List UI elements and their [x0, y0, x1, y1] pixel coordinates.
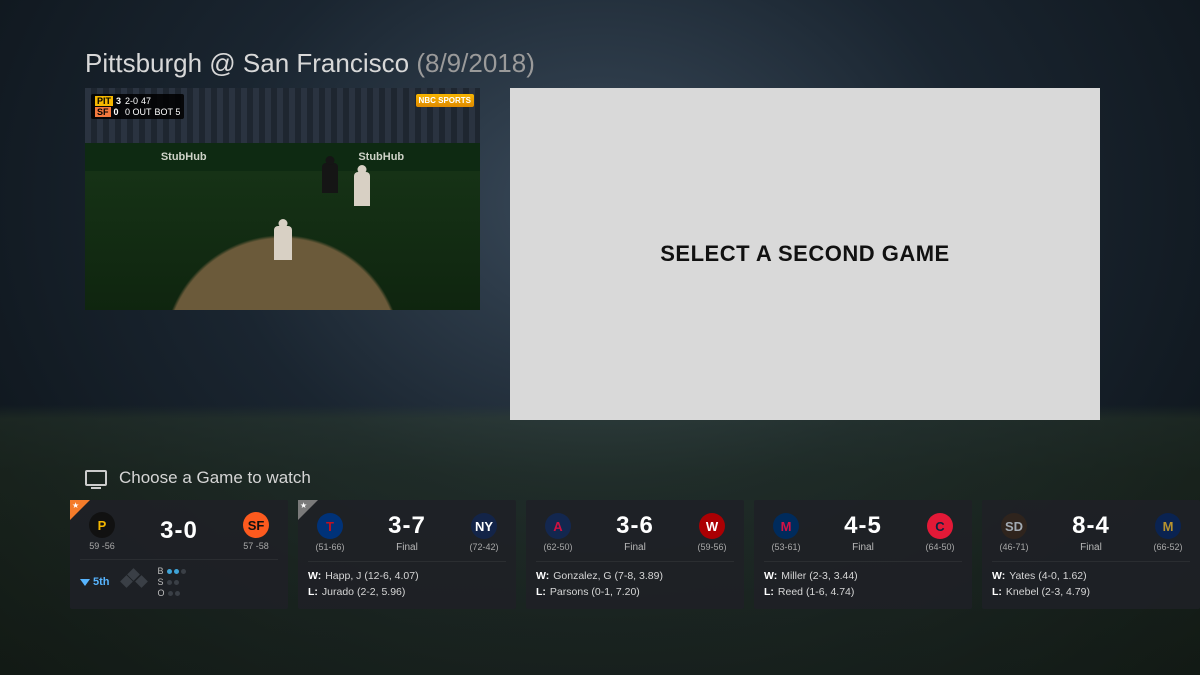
tv-icon: [85, 470, 107, 486]
umpire-figure: [322, 163, 338, 193]
home-team: C (64-50): [918, 513, 962, 552]
wall-ad: StubHub: [161, 151, 207, 163]
team-logo: M: [773, 513, 799, 539]
game-card-row: P 59 -56 3-0 SF 57 -58 5th B S O: [70, 500, 1200, 609]
away-team: M (53-61): [764, 513, 808, 552]
choose-game-label: Choose a Game to watch: [119, 468, 311, 488]
home-team: M (66-52): [1146, 513, 1190, 552]
team-record: (53-61): [771, 542, 800, 552]
game-score: 3-0: [160, 517, 198, 545]
team-logo: P: [89, 512, 115, 538]
game-card[interactable]: P 59 -56 3-0 SF 57 -58 5th B S O: [70, 500, 288, 609]
game-score: 8-4: [1072, 512, 1110, 540]
placeholder-label: SELECT A SECOND GAME: [660, 241, 950, 267]
game-score: 4-5: [844, 512, 882, 540]
pitching-decision: W:Yates (4-0, 1.62) L:Knebel (2-3, 4.79): [992, 561, 1190, 601]
favorite-star-icon: [298, 500, 318, 520]
team-logo: NY: [471, 513, 497, 539]
inning-indicator: 5th: [80, 576, 110, 588]
pitcher-figure: [274, 226, 292, 260]
team-record: (72-42): [469, 542, 498, 552]
team-logo: SD: [1001, 513, 1027, 539]
game-card[interactable]: T (51-66) 3-7 Final NY (72-42) W:Happ, J…: [298, 500, 516, 609]
bases-diamond-icon: [120, 568, 148, 596]
team-record: (66-52): [1153, 542, 1182, 552]
game-status: Final: [852, 542, 874, 553]
team-logo: T: [317, 513, 343, 539]
game-status: Final: [624, 542, 646, 553]
game-card[interactable]: A (62-50) 3-6 Final W (59-56) W:Gonzalez…: [526, 500, 744, 609]
away-team: SD (46-71): [992, 513, 1036, 552]
team-logo: W: [699, 513, 725, 539]
game-card[interactable]: M (53-61) 4-5 Final C (64-50) W:Miller (…: [754, 500, 972, 609]
team-logo: A: [545, 513, 571, 539]
game-status: Final: [1080, 542, 1102, 553]
count-indicator: B S O: [158, 566, 186, 598]
home-team: SF 57 -58: [234, 512, 278, 551]
matchup-date: (8/9/2018): [416, 48, 535, 78]
game-score: 3-6: [616, 512, 654, 540]
matchup-title: Pittsburgh @ San Francisco: [85, 48, 409, 78]
live-game-state: 5th B S O: [80, 559, 278, 598]
game-score: 3-7: [388, 512, 426, 540]
team-logo: C: [927, 513, 953, 539]
team-record: (51-66): [315, 542, 344, 552]
team-record: (64-50): [925, 542, 954, 552]
team-logo: M: [1155, 513, 1181, 539]
game-card[interactable]: SD (46-71) 8-4 Final M (66-52) W:Yates (…: [982, 500, 1200, 609]
outfield-wall: StubHub StubHub: [85, 143, 480, 171]
score-line: P 59 -56 3-0 SF 57 -58: [80, 512, 278, 551]
score-line: M (53-61) 4-5 Final C (64-50): [764, 512, 962, 553]
team-record: 59 -56: [89, 541, 115, 551]
team-record: 57 -58: [243, 541, 269, 551]
home-team: NY (72-42): [462, 513, 506, 552]
batter-figure: [354, 172, 370, 206]
primary-game-video[interactable]: StubHub StubHub PIT3 SF0 2-0 47 0 OUT BO…: [85, 88, 480, 310]
pitching-decision: W:Happ, J (12-6, 4.07) L:Jurado (2-2, 5.…: [308, 561, 506, 601]
team-record: (62-50): [543, 542, 572, 552]
pitching-decision: W:Miller (2-3, 3.44) L:Reed (1-6, 4.74): [764, 561, 962, 601]
page-title: Pittsburgh @ San Francisco (8/9/2018): [85, 48, 535, 79]
favorite-star-icon: [70, 500, 90, 520]
score-line: T (51-66) 3-7 Final NY (72-42): [308, 512, 506, 553]
team-record: (59-56): [697, 542, 726, 552]
team-record: (46-71): [999, 542, 1028, 552]
second-game-placeholder[interactable]: SELECT A SECOND GAME: [510, 88, 1100, 420]
away-team: A (62-50): [536, 513, 580, 552]
home-team: W (59-56): [690, 513, 734, 552]
wall-ad: StubHub: [358, 151, 404, 163]
team-logo: SF: [243, 512, 269, 538]
choose-game-header: Choose a Game to watch: [85, 468, 311, 488]
pitching-decision: W:Gonzalez, G (7-8, 3.89) L:Parsons (0-1…: [536, 561, 734, 601]
video-row: StubHub StubHub PIT3 SF0 2-0 47 0 OUT BO…: [85, 88, 1100, 420]
network-logo: NBC SPORTS: [416, 94, 474, 107]
broadcast-scorebug: PIT3 SF0 2-0 47 0 OUT BOT 5: [91, 94, 184, 119]
game-status: Final: [396, 542, 418, 553]
score-line: SD (46-71) 8-4 Final M (66-52): [992, 512, 1190, 553]
score-line: A (62-50) 3-6 Final W (59-56): [536, 512, 734, 553]
